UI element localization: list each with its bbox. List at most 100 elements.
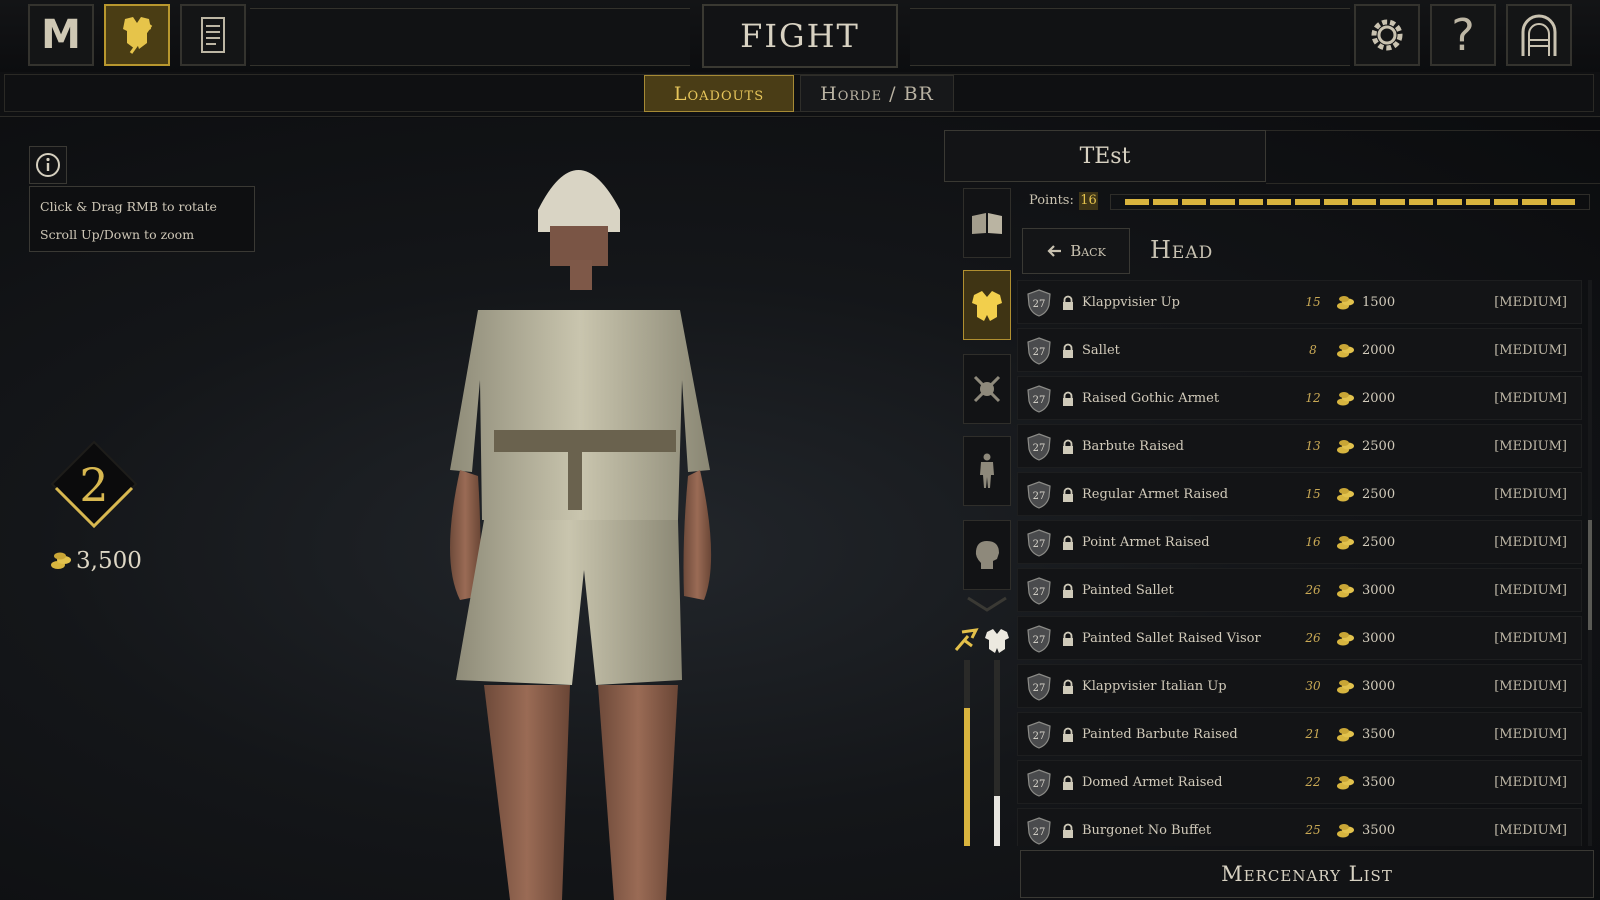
exit-button[interactable] (1506, 4, 1572, 66)
gold-coins-icon (1337, 536, 1354, 550)
category-armor-button[interactable] (963, 270, 1011, 340)
customize-button[interactable] (104, 4, 170, 66)
item-points: 12 (1305, 391, 1321, 405)
item-points: 15 (1305, 487, 1321, 501)
level-shield-icon: 27 (1027, 529, 1051, 557)
back-button[interactable]: Back (1022, 228, 1130, 274)
category-book-button[interactable] (963, 188, 1011, 258)
item-name: Point Armet Raised (1082, 535, 1210, 550)
gold-coins-icon (1337, 632, 1354, 646)
item-tier: [MEDIUM] (1494, 823, 1567, 838)
character-model[interactable] (420, 140, 750, 900)
zoom-hint: Scroll Up/Down to zoom (40, 227, 195, 242)
points-segment (1408, 199, 1434, 205)
mordhau-logo-icon: M (41, 12, 81, 58)
points-segment (1323, 199, 1348, 205)
scroll-down-chevron-icon[interactable] (966, 596, 1008, 612)
item-tier: [MEDIUM] (1494, 775, 1567, 790)
loadout-header-strip (1266, 130, 1600, 184)
item-name: Klappvisier Up (1082, 295, 1180, 310)
tab-loadouts[interactable]: Loadouts (644, 75, 794, 112)
tab-bar-frame (4, 74, 1594, 112)
item-row[interactable]: 27 Klappvisier Italian Up 30 3000 [MEDIU… (1017, 664, 1582, 708)
svg-text:27: 27 (1033, 491, 1046, 502)
item-row[interactable]: 27 Point Armet Raised 16 2500 [MEDIUM] (1017, 520, 1582, 564)
item-row[interactable]: 27 Painted Sallet Raised Visor 26 3000 [… (1017, 616, 1582, 660)
settings-button[interactable] (1354, 4, 1420, 66)
svg-text:27: 27 (1033, 395, 1046, 406)
item-price: 3500 (1362, 775, 1396, 790)
item-row[interactable]: 27 Burgonet No Buffet 25 3500 [MEDIUM] (1017, 808, 1582, 846)
svg-text:27: 27 (1033, 635, 1046, 646)
item-name: Klappvisier Italian Up (1082, 679, 1227, 694)
item-points: 8 (1309, 343, 1317, 357)
level-shield-icon: 27 (1027, 433, 1051, 461)
tab-horde-br[interactable]: Horde / BR (800, 75, 954, 112)
item-name: Painted Barbute Raised (1082, 727, 1238, 742)
gold-amount: 3,500 (76, 548, 142, 574)
item-tier: [MEDIUM] (1494, 679, 1567, 694)
item-name: Barbute Raised (1082, 439, 1184, 454)
category-body-button[interactable] (963, 436, 1011, 506)
main-menu-button[interactable]: M (28, 4, 94, 66)
help-button[interactable]: ? (1430, 4, 1496, 66)
item-row[interactable]: 27 Painted Sallet 26 3000 [MEDIUM] (1017, 568, 1582, 612)
gold-coins-icon (1337, 392, 1354, 406)
scroll-button[interactable] (180, 4, 246, 66)
loadout-name[interactable]: TEst (944, 130, 1266, 182)
item-tier: [MEDIUM] (1494, 583, 1567, 598)
svg-text:27: 27 (1033, 683, 1046, 694)
lock-icon (1063, 391, 1073, 406)
mercenary-list-button[interactable]: Mercenary List (1020, 850, 1594, 898)
item-tier: [MEDIUM] (1494, 631, 1567, 646)
category-weapons-button[interactable] (963, 354, 1011, 424)
item-tier: [MEDIUM] (1494, 535, 1567, 550)
item-row[interactable]: 27 Klappvisier Up 15 1500 [MEDIUM] (1017, 280, 1582, 324)
item-row[interactable]: 27 Sallet 8 2000 [MEDIUM] (1017, 328, 1582, 372)
level-shield-icon: 27 (1027, 673, 1051, 701)
item-price: 3500 (1362, 727, 1396, 742)
item-row[interactable]: 27 Domed Armet Raised 22 3500 [MEDIUM] (1017, 760, 1582, 804)
item-price: 2000 (1362, 343, 1396, 358)
level-shield-icon: 27 (1027, 769, 1051, 797)
top-bar: M FIGHT ? (0, 0, 1600, 73)
item-points: 13 (1305, 439, 1321, 453)
item-name: Regular Armet Raised (1082, 487, 1229, 502)
gold-coins-icon (1337, 296, 1354, 310)
speed-icon (954, 628, 979, 651)
points-segment (1266, 199, 1292, 205)
svg-text:27: 27 (1033, 779, 1046, 790)
arrow-left-icon (1047, 245, 1062, 257)
level-shield-icon: 27 (1027, 625, 1051, 653)
info-button[interactable] (29, 146, 67, 184)
armor-meter (994, 660, 1000, 846)
gold-coins-icon (1337, 680, 1354, 694)
rotate-hint: Click & Drag RMB to rotate (40, 199, 217, 214)
item-price: 2000 (1362, 391, 1396, 406)
item-price: 1500 (1362, 295, 1396, 310)
item-row[interactable]: 27 Regular Armet Raised 15 2500 [MEDIUM] (1017, 472, 1582, 516)
svg-text:27: 27 (1033, 443, 1046, 454)
points-segment (1210, 199, 1235, 205)
item-row[interactable]: 27 Painted Barbute Raised 21 3500 [MEDIU… (1017, 712, 1582, 756)
lock-icon (1063, 439, 1073, 454)
item-points: 26 (1305, 583, 1321, 597)
lock-icon (1063, 487, 1073, 502)
armor-customize-icon (123, 17, 153, 54)
armor-meter-fill (994, 795, 1000, 846)
item-tier: [MEDIUM] (1494, 487, 1567, 502)
fight-title[interactable]: FIGHT (702, 4, 898, 68)
gold-coins-icon (51, 552, 71, 569)
list-scroll-thumb[interactable] (1588, 520, 1592, 630)
item-price: 2500 (1362, 439, 1396, 454)
item-row[interactable]: 27 Raised Gothic Armet 12 2000 [MEDIUM] (1017, 376, 1582, 420)
points-segment (1493, 199, 1519, 205)
category-head-button[interactable] (963, 520, 1011, 590)
item-price: 3000 (1362, 679, 1396, 694)
points-segment (1153, 199, 1178, 205)
level-shield-icon: 27 (1027, 577, 1051, 605)
level-shield-icon: 27 (1027, 337, 1051, 365)
item-row[interactable]: 27 Barbute Raised 13 2500 [MEDIUM] (1017, 424, 1582, 468)
lock-icon (1063, 775, 1073, 790)
item-list[interactable]: 27 Klappvisier Up 15 1500 [MEDIUM] 27 Sa… (1017, 280, 1582, 846)
